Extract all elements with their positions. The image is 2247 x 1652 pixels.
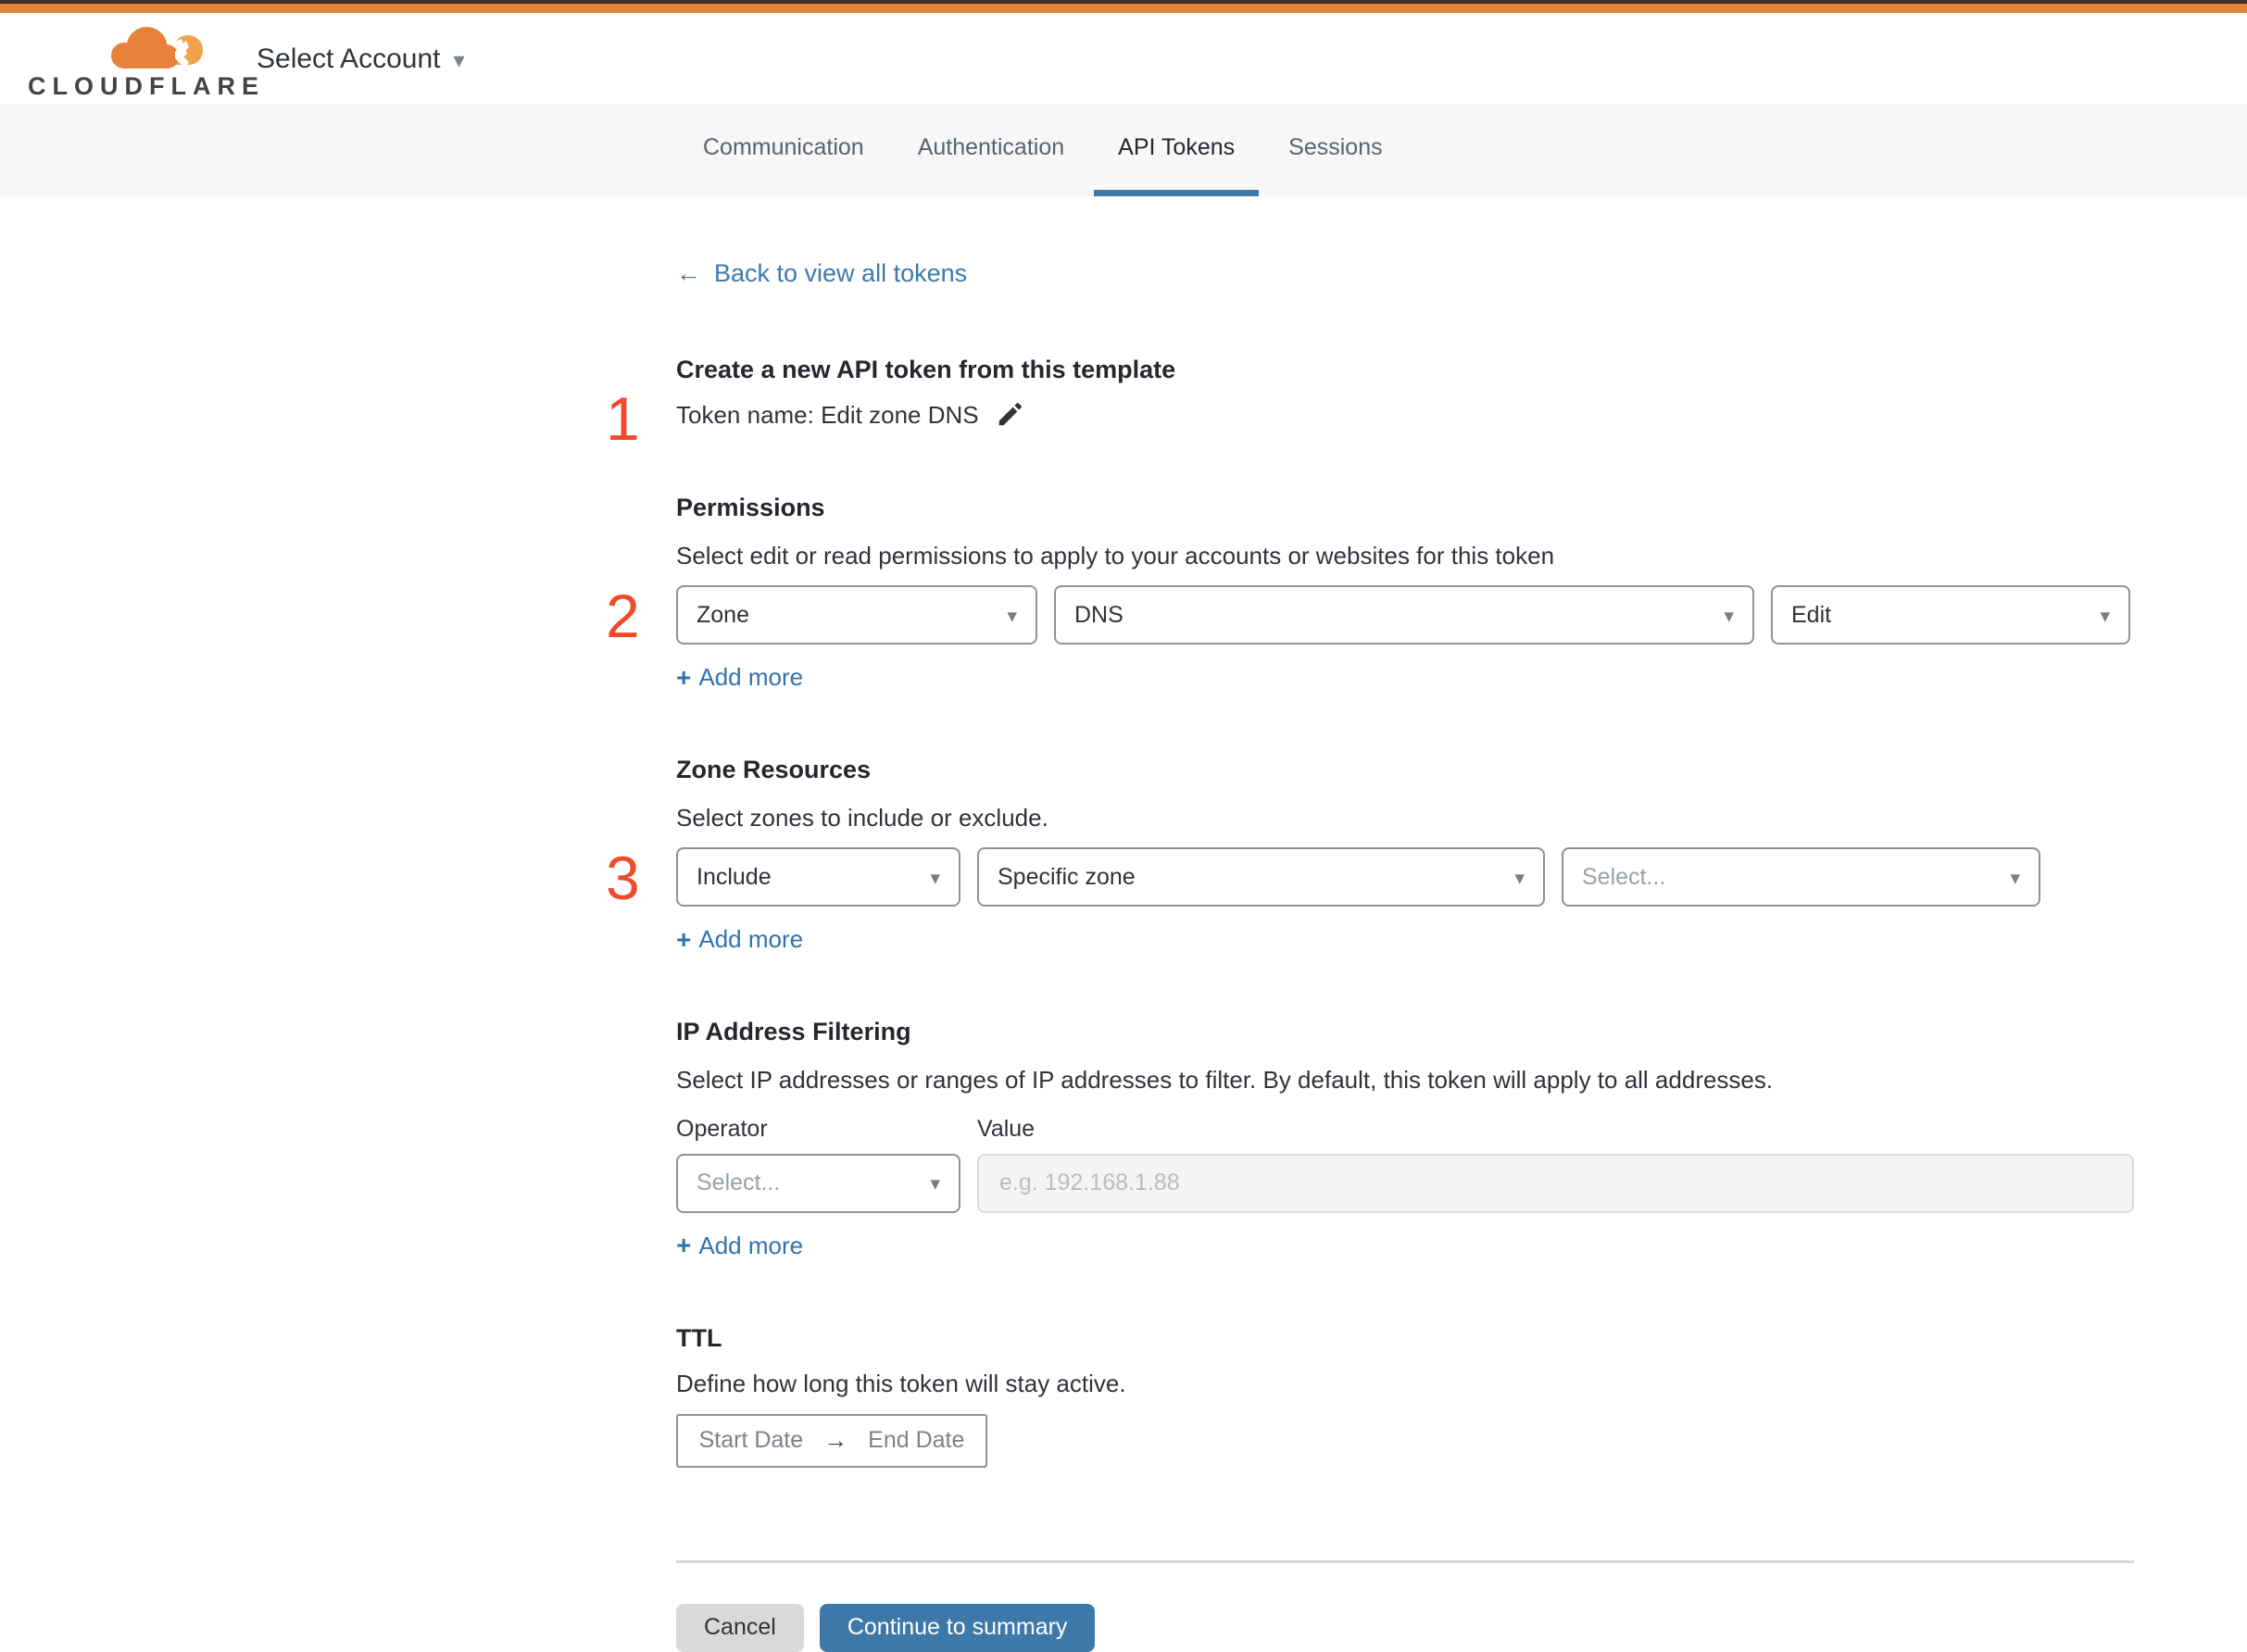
step-number-2: 2: [606, 582, 640, 650]
cloudflare-cloud-icon: [110, 26, 203, 69]
app-header: CLOUDFLARE Select Account ▾: [0, 13, 2247, 105]
ttl-date-range-field[interactable]: Start Date → End Date: [676, 1413, 987, 1468]
continue-to-summary-button[interactable]: Continue to summary: [819, 1603, 1096, 1652]
ttl-description: Define how long this token will stay act…: [676, 1370, 1126, 1398]
token-template-section: Create a new API token from this templat…: [606, 355, 2134, 449]
permissions-title: Permissions: [676, 493, 825, 521]
caret-down-icon: ▾: [2010, 867, 2020, 889]
section-title-create-token: Create a new API token from this templat…: [676, 356, 1176, 383]
account-selector[interactable]: Select Account ▾: [257, 13, 465, 105]
plus-icon: +: [676, 662, 692, 692]
permission-access-value: Edit: [1791, 601, 1832, 628]
cloudflare-wordmark: CLOUDFLARE: [28, 72, 265, 100]
step-number-1: 1: [606, 383, 640, 453]
arrow-right-icon: →: [823, 1426, 848, 1455]
ip-filtering-description: Select IP addresses or ranges of IP addr…: [676, 1066, 1774, 1094]
plus-icon: +: [676, 924, 692, 954]
cancel-button[interactable]: Cancel: [676, 1603, 804, 1652]
add-more-label: Add more: [698, 925, 804, 954]
tab-communication[interactable]: Communication: [679, 105, 888, 196]
ip-operator-select[interactable]: Select... ▾: [676, 1153, 960, 1213]
add-more-label: Add more: [698, 1231, 804, 1259]
ttl-title: TTL: [676, 1323, 722, 1352]
ttl-end-date-placeholder: End Date: [868, 1427, 965, 1454]
token-name-text: Token name: Edit zone DNS: [676, 400, 979, 429]
back-to-tokens-link[interactable]: ← Back to view all tokens: [676, 259, 967, 288]
profile-tabbar: Communication Authentication API Tokens …: [0, 105, 2247, 196]
tab-sessions[interactable]: Sessions: [1264, 105, 1406, 196]
ip-filtering-add-more-link[interactable]: + Add more: [676, 1232, 803, 1260]
permission-resource-select[interactable]: DNS ▾: [1054, 585, 1754, 645]
operator-column-label: Operator: [676, 1115, 768, 1142]
caret-down-icon: ▾: [930, 1173, 940, 1195]
zone-type-select[interactable]: Specific zone ▾: [977, 847, 1545, 907]
footer-divider: [676, 1559, 2134, 1563]
caret-down-icon: ▾: [930, 867, 940, 889]
brand-accent-bar: [0, 4, 2247, 13]
ttl-section: TTL Define how long this token will stay…: [676, 1323, 2134, 1468]
plus-icon: +: [676, 1231, 692, 1259]
caret-down-icon: ▾: [1007, 605, 1017, 627]
back-arrow-icon: ←: [676, 259, 701, 287]
tab-api-tokens[interactable]: API Tokens: [1094, 105, 1260, 196]
zone-mode-select[interactable]: Include ▾: [676, 847, 960, 907]
permissions-description: Select edit or read permissions to apply…: [676, 541, 1555, 569]
ip-filtering-title: IP Address Filtering: [676, 1018, 911, 1046]
back-link-label: Back to view all tokens: [714, 259, 968, 287]
footer-actions: Cancel Continue to summary: [676, 1603, 2134, 1652]
permission-scope-select[interactable]: Zone ▾: [676, 585, 1037, 645]
caret-down-icon: ▾: [1724, 605, 1734, 627]
tab-authentication[interactable]: Authentication: [894, 105, 1088, 196]
zone-resources-section: Zone Resources Select zones to include o…: [606, 755, 2134, 954]
main-content: ← Back to view all tokens Create a new A…: [606, 196, 2134, 1652]
chevron-down-icon: ▾: [453, 47, 465, 73]
zone-picker-select[interactable]: Select... ▾: [1562, 847, 2040, 907]
zone-mode-value: Include: [697, 863, 772, 890]
ip-value-input[interactable]: [977, 1153, 2134, 1213]
account-selector-label: Select Account: [257, 43, 441, 74]
permissions-section: Permissions Select edit or read permissi…: [606, 493, 2134, 692]
permissions-add-more-link[interactable]: + Add more: [676, 663, 803, 692]
add-more-label: Add more: [698, 663, 804, 691]
ip-filtering-section: IP Address Filtering Select IP addresses…: [676, 1017, 2134, 1259]
step-number-3: 3: [606, 844, 640, 913]
permission-resource-value: DNS: [1074, 601, 1124, 628]
caret-down-icon: ▾: [1514, 867, 1525, 889]
ip-operator-placeholder: Select...: [697, 1170, 781, 1195]
permission-scope-value: Zone: [697, 601, 749, 628]
zone-picker-placeholder: Select...: [1582, 863, 1666, 890]
permission-access-select[interactable]: Edit ▾: [1771, 585, 2130, 645]
cloudflare-logo[interactable]: CLOUDFLARE: [28, 20, 265, 100]
zone-resources-title: Zone Resources: [676, 756, 872, 783]
edit-token-name-pencil-icon[interactable]: [996, 401, 1023, 429]
zone-resources-add-more-link[interactable]: + Add more: [676, 925, 803, 954]
zone-resources-description: Select zones to include or exclude.: [676, 803, 1048, 832]
value-column-label: Value: [977, 1115, 1036, 1142]
zone-type-value: Specific zone: [998, 863, 1136, 890]
caret-down-icon: ▾: [2100, 605, 2110, 627]
ttl-start-date-placeholder: Start Date: [698, 1427, 804, 1454]
